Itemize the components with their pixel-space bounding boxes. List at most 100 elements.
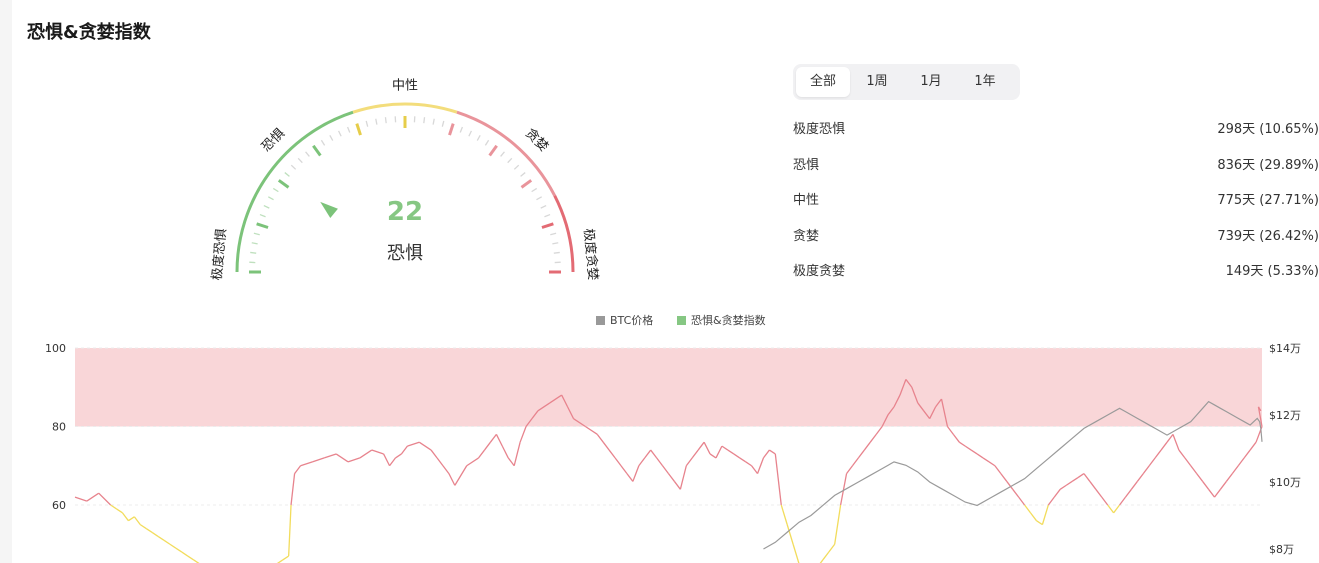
stat-label: 恐惧 bbox=[793, 157, 820, 173]
fng-line-segment bbox=[715, 445, 723, 459]
fng-line-segment bbox=[1196, 473, 1204, 482]
chart-plot bbox=[74, 347, 1263, 563]
gauge-arc-extreme-greed bbox=[553, 195, 575, 273]
fng-line-segment bbox=[501, 445, 509, 459]
fear-greed-history-chart: BTC价格 恐惧&贪婪指数 100 80 60 $14万 $12万 $10万 $8万 bbox=[45, 313, 1301, 563]
gauge-tick bbox=[513, 164, 520, 170]
greed-band bbox=[75, 348, 1262, 427]
fng-line-segment bbox=[1237, 457, 1245, 467]
fng-line-segment bbox=[1018, 496, 1026, 506]
fng-line-segment bbox=[751, 465, 759, 474]
fng-line-segment bbox=[1249, 441, 1257, 451]
fng-line-segment bbox=[116, 508, 123, 514]
fng-line-segment bbox=[733, 453, 741, 459]
gauge-tick bbox=[507, 157, 513, 164]
fng-line-segment bbox=[644, 449, 652, 459]
gauge-tick bbox=[441, 120, 445, 127]
gauge-tick bbox=[488, 144, 498, 157]
fng-line-segment bbox=[1190, 465, 1198, 474]
fng-line-segment bbox=[1071, 476, 1079, 482]
gauge-tick bbox=[541, 222, 554, 229]
legend-label: BTC价格 bbox=[610, 313, 653, 327]
fng-line-segment bbox=[347, 457, 361, 463]
stat-value: 739天 (26.42%) bbox=[1217, 228, 1319, 244]
fng-line-segment bbox=[110, 504, 117, 510]
fng-line-segment bbox=[442, 465, 450, 474]
gauge-tick bbox=[365, 120, 369, 127]
fng-line-segment bbox=[679, 465, 687, 490]
fng-line-segment bbox=[828, 543, 836, 553]
fng-line-segment bbox=[163, 539, 171, 545]
gauge-tick bbox=[459, 126, 464, 133]
tab-1year[interactable]: 1年 bbox=[958, 67, 1012, 97]
y-right-tick: $12万 bbox=[1269, 409, 1301, 422]
gauge-tick bbox=[305, 151, 310, 157]
fng-line-segment bbox=[1202, 481, 1210, 490]
gauge-tick bbox=[468, 130, 473, 137]
gauge-tick bbox=[346, 126, 351, 133]
gauge-label-fear: 恐惧 bbox=[258, 125, 288, 155]
gauge-tick bbox=[251, 242, 258, 245]
fng-line-segment bbox=[1065, 480, 1073, 486]
stat-value: 298天 (10.65%) bbox=[1217, 122, 1319, 137]
fng-line-segment bbox=[851, 457, 859, 467]
fng-line-segment bbox=[389, 457, 397, 467]
fng-line-segment bbox=[1041, 504, 1049, 525]
fng-line-segment bbox=[774, 453, 782, 506]
fng-line-segment bbox=[869, 433, 877, 443]
fng-line-segment bbox=[1059, 484, 1067, 490]
fng-line-segment bbox=[863, 441, 871, 451]
gauge-tick bbox=[250, 251, 257, 254]
gauge-tick bbox=[553, 251, 560, 254]
stat-row-fear: 恐惧 836天 (29.89%) bbox=[793, 144, 1319, 180]
fng-line-segment bbox=[1231, 465, 1239, 474]
gauge-tick bbox=[432, 118, 435, 125]
gauge-tick bbox=[536, 196, 543, 201]
gauge-tick bbox=[329, 134, 334, 141]
stat-row-greed: 贪婪 739天 (26.42%) bbox=[793, 215, 1319, 251]
stat-row-neutral: 中性 775天 (27.71%) bbox=[793, 179, 1319, 215]
gauge-tick bbox=[552, 242, 559, 245]
tab-1week[interactable]: 1周 bbox=[850, 67, 904, 97]
fng-line-segment bbox=[478, 449, 486, 459]
gauge-arc-neutral bbox=[352, 102, 458, 114]
fng-line-segment bbox=[632, 465, 640, 482]
fng-line-segment bbox=[638, 457, 646, 467]
tab-1month[interactable]: 1月 bbox=[904, 67, 958, 97]
fng-line-segment bbox=[507, 457, 515, 467]
fng-line-segment bbox=[1172, 434, 1180, 451]
fng-line-segment bbox=[656, 457, 664, 467]
fng-line-segment bbox=[662, 465, 670, 474]
fng-line-segment bbox=[383, 453, 391, 467]
tab-all[interactable]: 全部 bbox=[796, 67, 850, 97]
fng-line-segment bbox=[1225, 473, 1233, 482]
fng-line-segment bbox=[282, 555, 290, 561]
fng-line-segment bbox=[1130, 481, 1138, 490]
fng-line-segment bbox=[780, 504, 788, 525]
legend-swatch bbox=[596, 316, 605, 325]
fng-line-segment bbox=[1208, 488, 1216, 498]
fng-line-segment bbox=[1148, 457, 1156, 467]
gauge-tick bbox=[484, 139, 490, 146]
gauge-tick bbox=[253, 232, 260, 236]
fng-line-segment bbox=[300, 461, 313, 467]
fng-line-segment bbox=[1077, 473, 1085, 479]
fng-line-segment bbox=[834, 504, 842, 545]
gauge-tick bbox=[520, 172, 526, 177]
y-right-tick: $8万 bbox=[1269, 543, 1294, 556]
stat-value: 775天 (27.71%) bbox=[1217, 193, 1319, 208]
gauge-tick bbox=[476, 134, 481, 141]
fng-line-segment bbox=[596, 433, 604, 443]
legend-label: 恐惧&贪婪指数 bbox=[691, 313, 766, 327]
gauge-tick bbox=[544, 213, 551, 218]
stat-value: 836天 (29.89%) bbox=[1217, 157, 1319, 173]
fng-line-segment bbox=[181, 551, 189, 557]
fng-line-segment bbox=[1119, 496, 1127, 506]
fng-line-segment bbox=[1095, 488, 1103, 498]
fng-line-segment bbox=[448, 473, 456, 486]
fng-line-segment bbox=[436, 457, 444, 467]
gauge-tick bbox=[500, 151, 505, 157]
stat-label: 中性 bbox=[793, 193, 820, 208]
fng-line-segment bbox=[1214, 488, 1221, 498]
fng-line-segment bbox=[857, 449, 865, 459]
